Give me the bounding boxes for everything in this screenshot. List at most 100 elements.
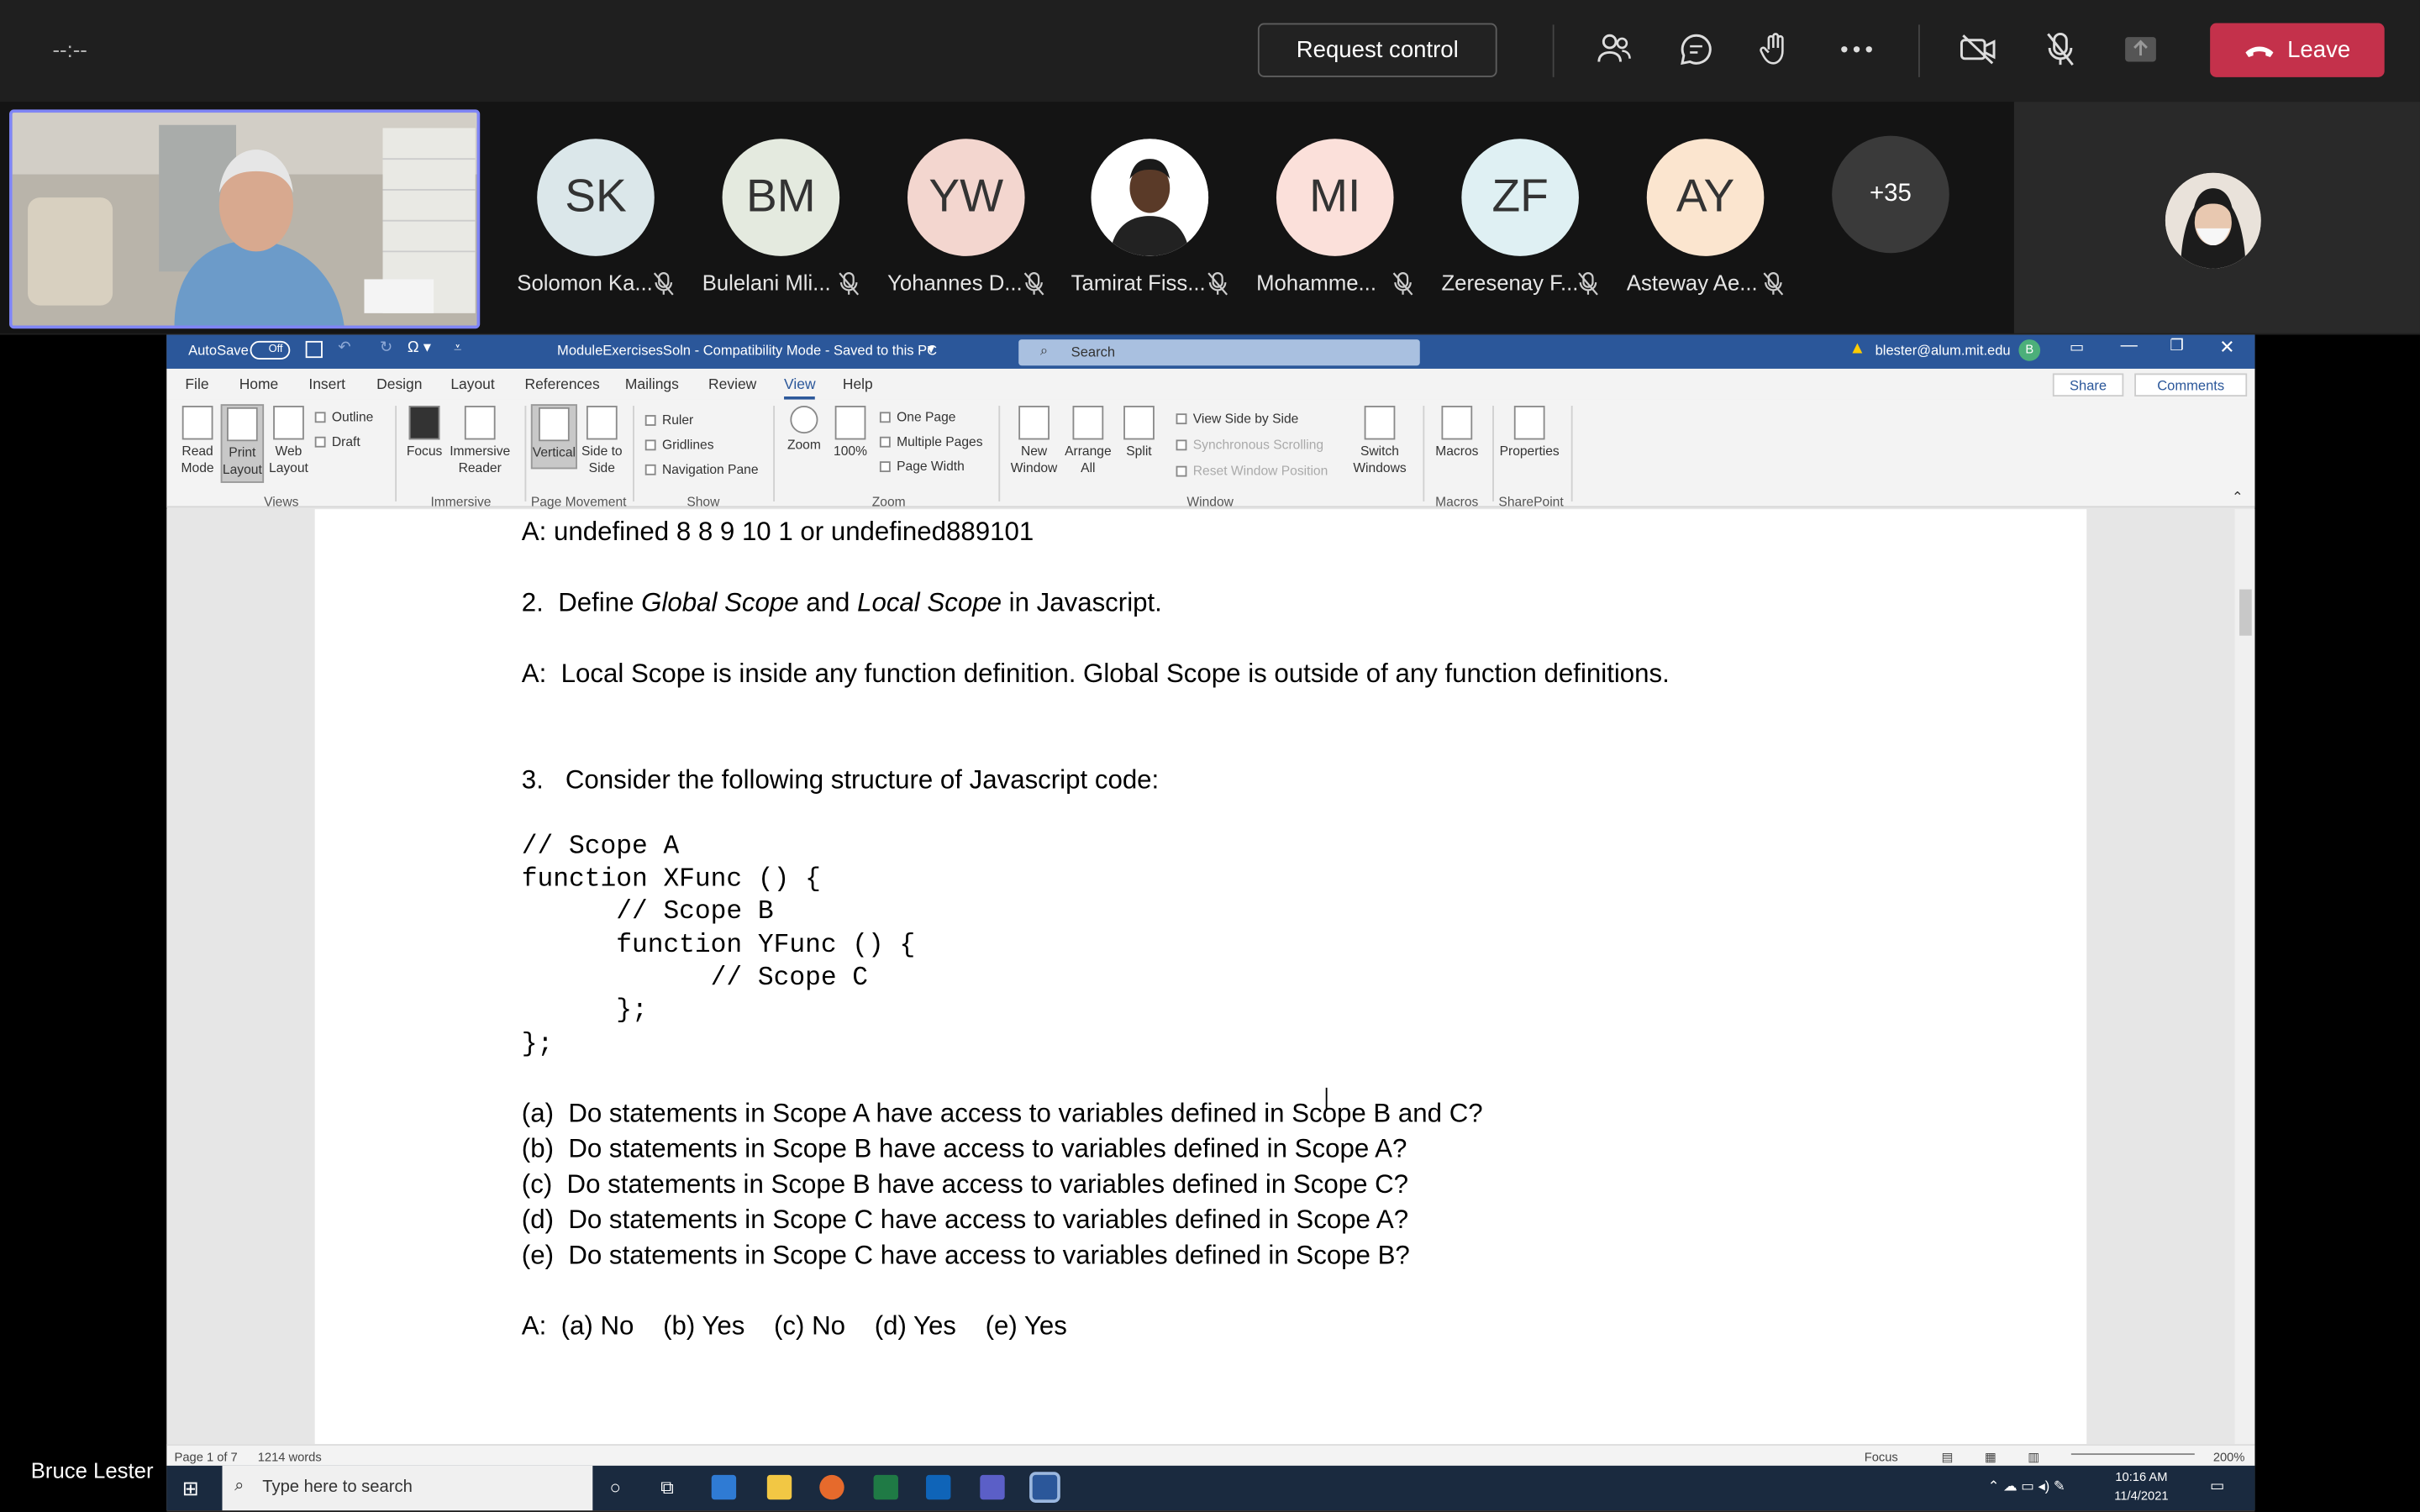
outline-button[interactable]: Outline (314, 409, 373, 424)
page-width-button[interactable]: Page Width (879, 458, 965, 474)
side-to-side-button[interactable]: Side to Side (581, 406, 623, 476)
system-tray-icons[interactable]: ⌃ ☁ ▭ ◂) ✎ (1988, 1478, 2065, 1495)
switch-windows-button[interactable]: Switch Windows (1344, 406, 1415, 476)
multiple-pages-button[interactable]: Multiple Pages (879, 433, 983, 449)
participant-avatar[interactable]: BM (722, 139, 840, 256)
leave-button[interactable]: Leave (2210, 23, 2385, 77)
tab-references[interactable]: References (524, 376, 599, 393)
properties-button[interactable]: Properties (1497, 406, 1562, 459)
gridlines-checkbox[interactable]: Gridlines (644, 437, 714, 452)
arrange-all-button[interactable]: Arrange All (1063, 406, 1113, 476)
draft-button[interactable]: Draft (314, 433, 360, 449)
tab-layout[interactable]: Layout (450, 376, 494, 393)
request-control-button[interactable]: Request control (1257, 23, 1497, 77)
show-group-label: Show (687, 493, 720, 510)
tab-review[interactable]: Review (708, 376, 756, 393)
autosave-label: AutoSave (188, 342, 249, 359)
cortana-icon[interactable]: ○ (609, 1477, 620, 1499)
sync-scrolling-button[interactable]: Synchronous Scrolling (1176, 437, 1323, 452)
warning-icon[interactable]: ▲ (1849, 339, 1865, 358)
mic-off-icon[interactable] (2039, 28, 2081, 71)
word-search-box[interactable]: ⌕ Search (1018, 339, 1420, 366)
immersive-reader-button[interactable]: Immersive Reader (448, 406, 513, 476)
more-participants-badge[interactable]: +35 (1832, 135, 1949, 254)
outlook-icon[interactable] (926, 1474, 951, 1500)
omega-icon[interactable]: Ω ▾ (408, 339, 431, 356)
tab-insert[interactable]: Insert (308, 376, 345, 393)
print-layout-view-icon[interactable]: ▦ (1985, 1450, 1996, 1464)
participant-avatar[interactable]: MI (1276, 139, 1394, 256)
self-video[interactable] (2165, 172, 2261, 269)
participant-avatar[interactable]: SK (537, 139, 655, 256)
page-count[interactable]: Page 1 of 7 (175, 1450, 238, 1464)
zoom-100-button[interactable]: 100% (830, 406, 871, 459)
read-mode-button[interactable]: Read Mode (179, 406, 216, 476)
scrollbar-thumb[interactable] (2239, 589, 2252, 636)
file-explorer-icon[interactable] (766, 1474, 792, 1500)
web-layout-button[interactable]: Web Layout (269, 406, 309, 476)
minimize-icon[interactable]: — (2121, 336, 2138, 354)
excel-icon[interactable] (873, 1474, 898, 1500)
more-options-icon[interactable] (1835, 28, 1878, 71)
people-icon[interactable] (1592, 28, 1635, 71)
document-page[interactable]: A: undefined 8 8 9 10 1 or undefined8891… (314, 509, 2087, 1445)
vertical-button[interactable]: Vertical (530, 404, 577, 470)
undo-icon[interactable]: ↶ (338, 339, 350, 356)
raise-hand-icon[interactable] (1754, 28, 1797, 71)
taskbar-clock[interactable]: 10:16 AM 11/4/2021 (2114, 1469, 2168, 1506)
customize-qat-icon[interactable]: ⩡ (454, 339, 461, 356)
focus-button[interactable]: Focus (402, 406, 445, 459)
task-view-icon[interactable]: ⧉ (660, 1477, 674, 1500)
view-side-by-side-button[interactable]: View Side by Side (1176, 411, 1298, 426)
redo-icon[interactable]: ↻ (380, 339, 392, 356)
focus-status[interactable]: Focus (1865, 1450, 1898, 1464)
web-layout-view-icon[interactable]: ▥ (2028, 1450, 2039, 1464)
mail-icon[interactable] (711, 1474, 737, 1500)
share-tray-icon[interactable] (2119, 28, 2162, 71)
ruler-checkbox[interactable]: Ruler (644, 412, 693, 428)
tab-design[interactable]: Design (376, 376, 422, 393)
reset-window-button[interactable]: Reset Window Position (1176, 463, 1328, 478)
tab-mailings[interactable]: Mailings (625, 376, 679, 393)
ribbon-display-icon[interactable]: ▭ (2070, 339, 2084, 356)
account-email[interactable]: blester@alum.mit.edu (1876, 343, 2011, 358)
macros-button[interactable]: Macros (1432, 406, 1481, 459)
participant-avatar[interactable]: YW (907, 139, 1025, 256)
zoom-level[interactable]: 200% (2213, 1450, 2245, 1464)
chat-icon[interactable] (1675, 28, 1718, 71)
tab-file[interactable]: File (185, 376, 208, 393)
windows-start-icon[interactable]: ⊞ (182, 1477, 199, 1501)
zoom-button[interactable]: Zoom (784, 406, 824, 454)
close-icon[interactable]: ✕ (2219, 336, 2234, 358)
tab-home[interactable]: Home (239, 376, 279, 393)
account-avatar[interactable]: B (2018, 339, 2041, 361)
share-button[interactable]: Share (2052, 373, 2124, 397)
taskbar-search[interactable]: ⌕ Type here to search (222, 1465, 593, 1511)
zoom-slider[interactable] (2070, 1453, 2195, 1456)
read-mode-view-icon[interactable]: ▤ (1942, 1450, 1954, 1464)
split-button[interactable]: Split (1119, 406, 1160, 459)
participant-avatar[interactable] (1091, 139, 1209, 256)
word-icon[interactable] (1029, 1472, 1060, 1503)
one-page-button[interactable]: One Page (879, 409, 955, 424)
restore-icon[interactable]: ❐ (2170, 338, 2183, 354)
new-window-button[interactable]: New Window (1007, 406, 1060, 476)
chevron-down-icon[interactable]: ▾ (928, 341, 934, 358)
firefox-icon[interactable] (819, 1474, 844, 1500)
print-layout-button[interactable]: Print Layout (220, 404, 265, 483)
comments-button[interactable]: Comments (2134, 373, 2248, 397)
participant-avatar[interactable]: ZF (1461, 139, 1579, 256)
word-count[interactable]: 1214 words (258, 1450, 322, 1464)
tab-view[interactable]: View (784, 376, 816, 400)
collapse-ribbon-icon[interactable]: ⌃ (2232, 489, 2244, 506)
tab-help[interactable]: Help (843, 376, 873, 393)
vertical-scrollbar[interactable] (2234, 509, 2255, 1445)
notification-icon[interactable]: ▭ (2210, 1478, 2224, 1495)
navigation-pane-checkbox[interactable]: Navigation Pane (644, 461, 759, 477)
camera-off-icon[interactable] (1957, 28, 2000, 71)
participant-avatar[interactable]: AY (1646, 139, 1765, 256)
autosave-toggle[interactable]: Off (250, 340, 291, 360)
save-icon[interactable] (305, 340, 323, 359)
presenter-video[interactable] (9, 109, 481, 329)
teams-icon[interactable] (980, 1474, 1005, 1500)
